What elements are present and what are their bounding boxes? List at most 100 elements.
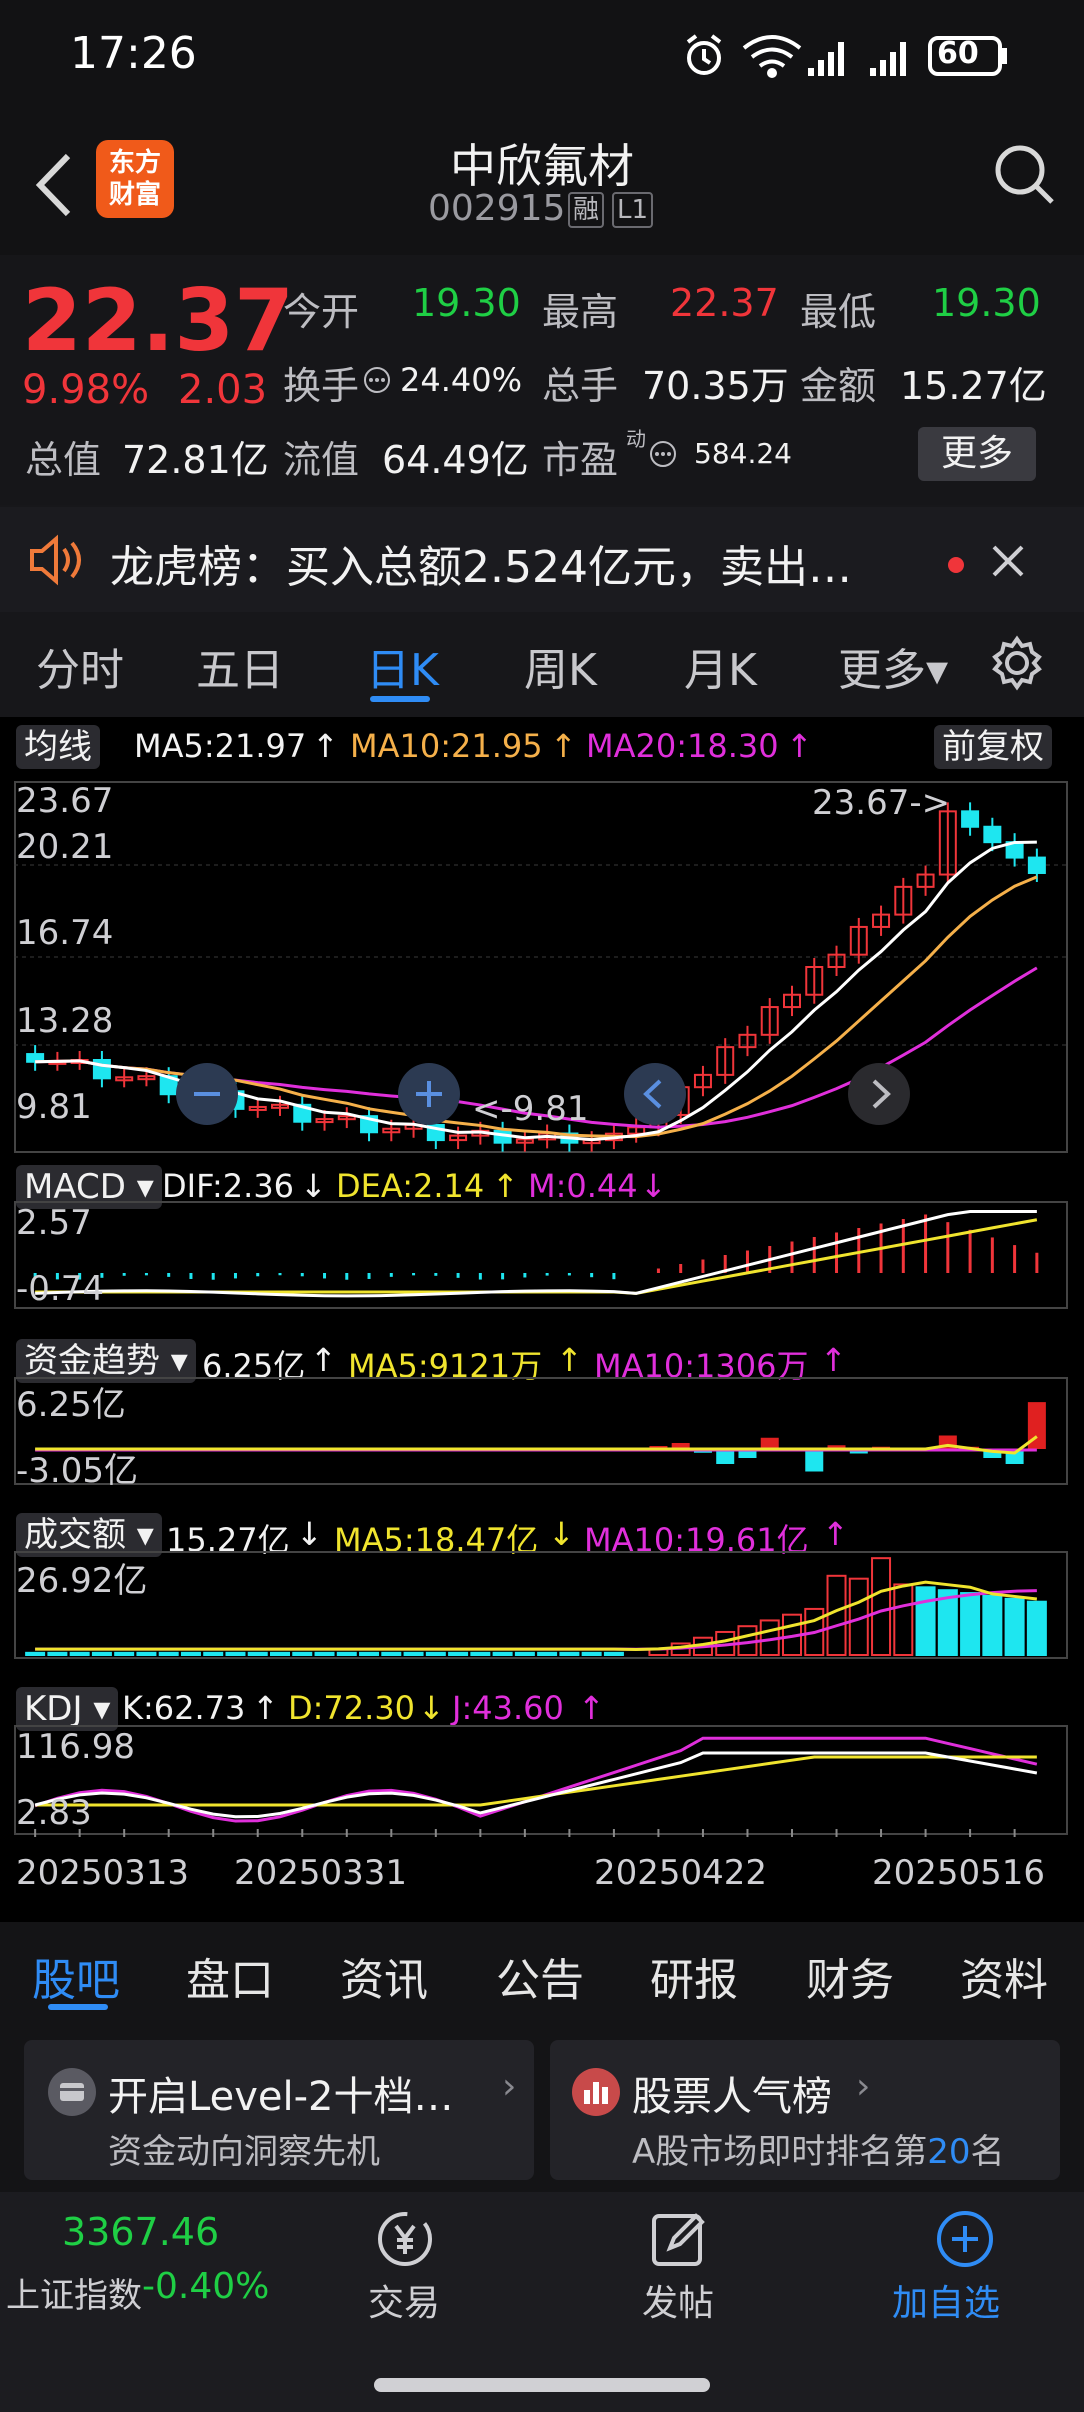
k-arrow: ↑ [252, 1689, 279, 1727]
info-icon[interactable] [648, 439, 678, 469]
tab-announcements[interactable]: 公告 [496, 1944, 584, 2008]
popularity-card[interactable]: 股票人气榜 › A股市场即时排名第20名 [550, 2040, 1060, 2180]
amount-bar [47, 1651, 68, 1656]
pct-change: 9.98% [22, 367, 150, 413]
ma-selector[interactable]: 均线 [16, 725, 100, 769]
popularity-title: 股票人气榜 [632, 2074, 832, 2120]
amount-panel[interactable] [14, 1551, 1068, 1659]
signal-icon [808, 42, 844, 76]
info-icon[interactable] [362, 365, 392, 395]
m-arrow: ↓ [640, 1167, 667, 1205]
amount-bar [1026, 1600, 1047, 1656]
high-value: 22.37 [670, 281, 779, 325]
macd-y-max: 2.57 [16, 1203, 92, 1243]
amount-bar [270, 1651, 290, 1656]
chevron-right-icon: › [856, 2066, 871, 2107]
fund-trend-panel[interactable] [14, 1377, 1068, 1485]
amount-label: 成交额 [24, 1515, 126, 1555]
edit-icon [652, 2213, 705, 2266]
kline-y-2: 20.21 [16, 827, 114, 867]
post-button[interactable]: 发帖 [604, 2204, 754, 2334]
adjust-button[interactable]: 前复权 [934, 725, 1052, 769]
tab-news[interactable]: 资讯 [340, 1944, 428, 2008]
amount-value: 15.27亿 [900, 364, 1047, 408]
index-ticker[interactable]: 3367.46 上证指数 -0.40% [0, 2192, 269, 2332]
amount-bar [69, 1651, 90, 1656]
amount-bar [514, 1651, 535, 1656]
zoom-out-button[interactable] [176, 1063, 238, 1125]
tab-five-day[interactable]: 五日 [196, 634, 284, 698]
j-value: J:43.60 [452, 1689, 564, 1727]
more-button[interactable]: 更多 [918, 427, 1036, 481]
unread-dot [948, 557, 964, 573]
amount-ma10-arrow: ↑ [822, 1515, 849, 1553]
scroll-right-button[interactable] [848, 1063, 910, 1125]
amount-arrow: ↓ [296, 1515, 323, 1553]
macd-panel[interactable] [14, 1201, 1068, 1309]
search-icon[interactable] [990, 140, 1060, 210]
amount-bar [603, 1651, 624, 1656]
high-label: 最高 [542, 290, 619, 334]
kdj-panel[interactable] [14, 1725, 1068, 1837]
low-label: 最低 [800, 290, 877, 334]
tab-monthly-k[interactable]: 月K [684, 634, 757, 698]
index-name: 上证指数 [6, 2276, 142, 2316]
date-label-3: 20250422 [594, 1853, 768, 1893]
close-icon[interactable] [990, 543, 1026, 579]
add-watchlist-button[interactable]: 加自选 [880, 2204, 1050, 2334]
ma5-value: MA5:21.97 [134, 727, 307, 765]
k-value: K:62.73 [122, 1689, 246, 1727]
amount-bar [314, 1651, 335, 1656]
active-tab-indicator [48, 2004, 108, 2010]
amount-bar [114, 1651, 135, 1656]
tab-weekly-k[interactable]: 周K [524, 634, 597, 698]
kdj-y-min: 2.83 [16, 1793, 92, 1833]
volume-value: 70.35万 [642, 364, 789, 408]
zoom-in-button[interactable] [398, 1063, 460, 1125]
notice-bar[interactable]: 龙虎榜：买入总额2.524亿元，卖出… [0, 507, 1084, 612]
scroll-left-button[interactable] [624, 1063, 686, 1125]
amount-bar [180, 1651, 201, 1656]
ranking-icon [572, 2068, 620, 2116]
tab-finance[interactable]: 财务 [806, 1944, 894, 2008]
kline-y-4: 13.28 [16, 1001, 114, 1041]
post-label: 发帖 [642, 2283, 715, 2324]
high-marker: 23.67-> [812, 783, 951, 823]
price-change: 2.03 [178, 367, 268, 413]
amount-bar [336, 1651, 357, 1656]
level2-icon [48, 2068, 96, 2116]
kline-chart-area[interactable]: 均线 MA5:21.97 ↑ MA10:21.95 ↑ MA20:18.30 ↑… [0, 717, 1084, 1922]
fund-ma5-arrow: ↑ [556, 1341, 583, 1379]
tab-research[interactable]: 研报 [650, 1944, 738, 2008]
low-marker: <-9.81 [472, 1089, 589, 1129]
speaker-icon [30, 534, 81, 586]
amount-bar [915, 1586, 936, 1656]
rank-suffix: 名 [970, 2132, 1005, 2172]
tab-daily-k[interactable]: 日K [366, 634, 439, 698]
tab-intraday[interactable]: 分时 [36, 634, 124, 698]
macd-y-min: -0.74 [16, 1269, 104, 1309]
trade-button[interactable]: 交易 [330, 2204, 480, 2334]
pe-label: 市盈 [542, 438, 619, 482]
candle [961, 810, 980, 828]
amount-label: 金额 [800, 364, 877, 408]
kline-y-max: 23.67 [16, 781, 114, 821]
alarm-icon [686, 34, 722, 75]
index-pct: -0.40% [142, 2266, 270, 2307]
pe-dynamic-mark: 动 [626, 427, 646, 451]
home-indicator[interactable] [374, 2378, 710, 2392]
amount-bar [359, 1651, 380, 1656]
tab-profile[interactable]: 资料 [960, 1944, 1048, 2008]
stock-name: 中欣氟材 [450, 139, 634, 193]
amount-bar [871, 1557, 892, 1656]
header: 东方 财富 中欣氟材 002915 融 L1 [0, 110, 1084, 255]
amount-bar [91, 1651, 112, 1656]
amount-bar [982, 1594, 1003, 1656]
gear-icon[interactable] [988, 634, 1046, 692]
tab-guba[interactable]: 股吧 [32, 1944, 120, 2008]
level2-card[interactable]: 开启Level-2十档… › 资金动向洞察先机 [24, 2040, 534, 2180]
tab-more[interactable]: 更多▾ [838, 634, 948, 698]
amount-bar [537, 1651, 558, 1656]
tab-pankou[interactable]: 盘口 [186, 1944, 274, 2008]
market-cap-value: 72.81亿 [122, 438, 269, 482]
